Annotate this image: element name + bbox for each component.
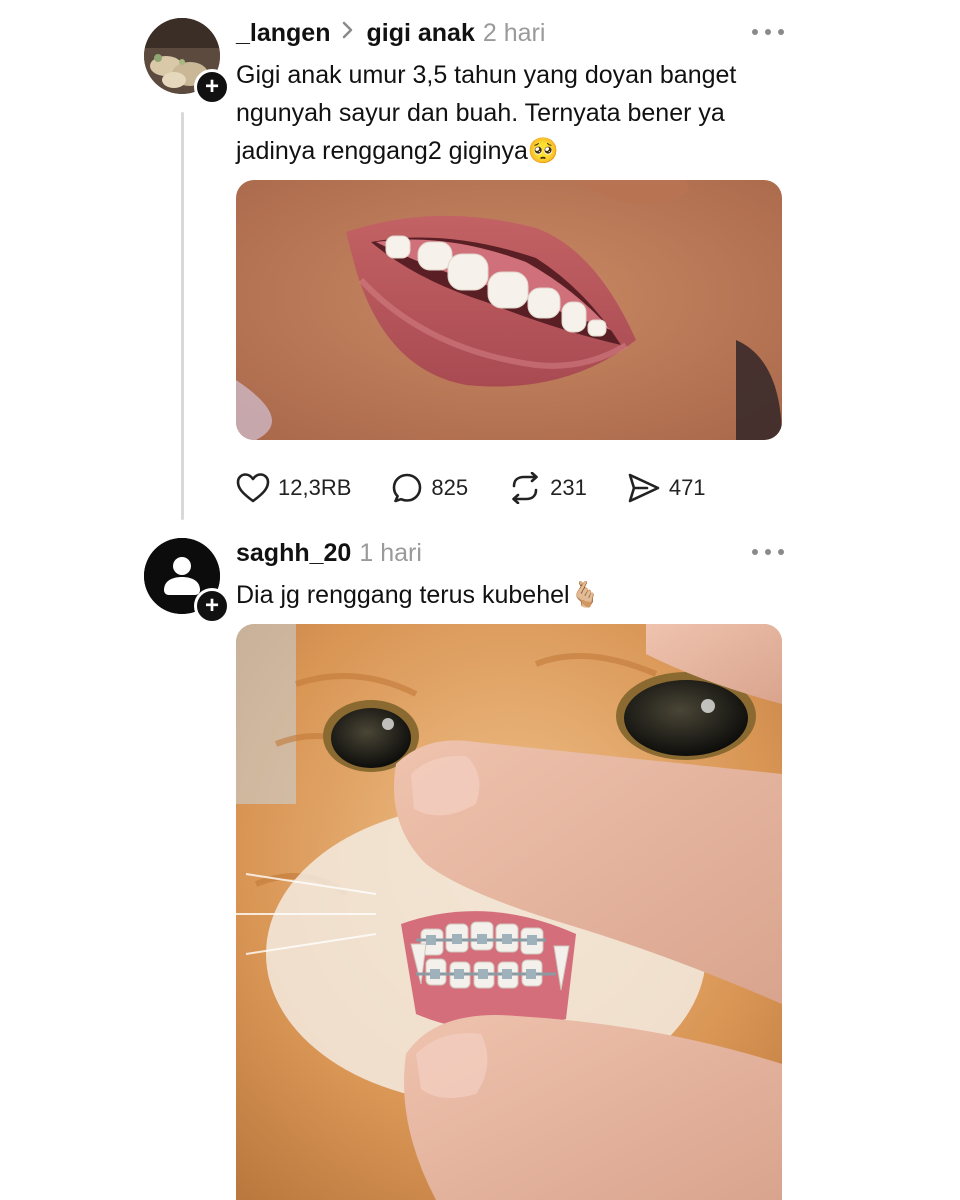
more-icon[interactable] [752, 22, 784, 42]
child-teeth-photo [236, 180, 782, 440]
comment-button[interactable]: 825 [391, 472, 468, 504]
heart-icon [236, 473, 270, 503]
share-button[interactable]: 471 [627, 472, 706, 504]
username[interactable]: _langen [236, 19, 330, 48]
post-header: saghh_20 1 hari [236, 536, 422, 570]
like-button[interactable]: 12,3RB [236, 472, 351, 504]
repost-count: 231 [550, 475, 587, 500]
follow-button[interactable]: + [194, 588, 230, 624]
action-bar: 12,3RB 825 231 471 [236, 468, 746, 508]
plus-icon: + [204, 73, 219, 100]
post-image[interactable] [236, 624, 782, 1200]
like-count: 12,3RB [278, 475, 352, 500]
post-text: Gigi anak umur 3,5 tahun yang doyan bang… [236, 61, 737, 165]
thread: + _langen gigi anak 2 hari Gigi anak umu… [0, 0, 960, 1200]
follow-button[interactable]: + [194, 69, 230, 105]
post: + _langen gigi anak 2 hari Gigi anak umu… [0, 0, 960, 530]
comment-icon [393, 473, 422, 503]
username[interactable]: saghh_20 [236, 539, 351, 568]
thread-line [181, 112, 184, 520]
post-text: Dia jg renggang terus kubehel🫰🏼 [236, 581, 601, 609]
more-icon[interactable] [752, 542, 784, 562]
chevron-right-icon [342, 21, 354, 45]
post-header: _langen gigi anak 2 hari [236, 16, 545, 50]
share-count: 471 [668, 475, 706, 500]
topic-tag[interactable]: gigi anak [366, 19, 474, 48]
timestamp: 2 hari [482, 18, 546, 47]
post: + saghh_20 1 hari Dia jg renggang terus … [0, 530, 960, 1200]
repost-icon [512, 472, 538, 504]
timestamp: 1 hari [359, 538, 422, 567]
cat-braces-photo [236, 624, 782, 1200]
comment-count: 825 [431, 475, 469, 500]
plus-icon: + [204, 592, 219, 619]
post-image[interactable] [236, 180, 782, 440]
repost-button[interactable]: 231 [508, 472, 587, 504]
share-icon [628, 473, 660, 503]
